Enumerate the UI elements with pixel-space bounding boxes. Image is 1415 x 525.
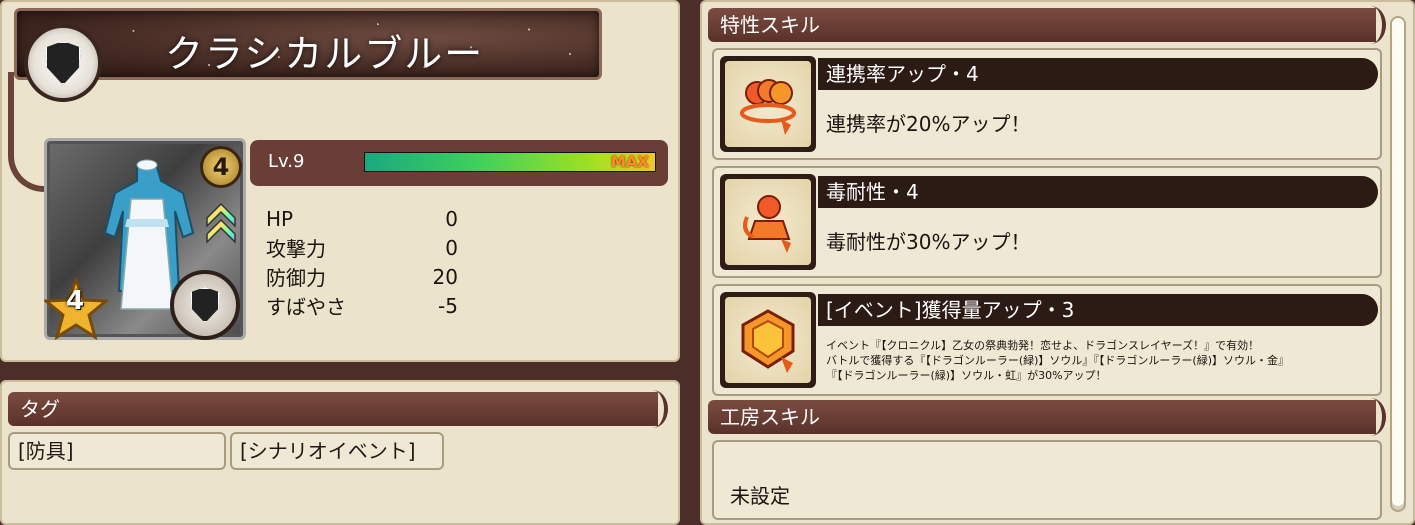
tags-header: タグ (8, 390, 668, 428)
trait-skill-item[interactable]: [イベント]獲得量アップ・3 イベント『【クロニクル】乙女の祭典勃発！恋せよ、ド… (712, 284, 1382, 396)
stat-label: 攻撃力 (266, 237, 326, 261)
skill-description-line: バトルで獲得する『【ドラゴンルーラー(緑)】ソウル』『【ドラゴンルーラー(緑)】… (826, 354, 1289, 367)
skill-description-line: イベント『【クロニクル】乙女の祭典勃発！恋せよ、ドラゴンスレイヤーズ！』で有効！ (826, 339, 1260, 352)
trait-skill-item[interactable]: 連携率アップ・4 連携率が20%アップ！ (712, 48, 1382, 160)
tag-chip[interactable]: [防具] (8, 432, 226, 470)
skill-description: 連携率が20%アップ！ (826, 112, 1031, 136)
skill-name: 連携率アップ・4 (818, 58, 1378, 90)
stat-label: すばやさ (266, 295, 346, 319)
stat-row: HP 0 (266, 204, 458, 233)
stat-value: 20 (432, 264, 458, 289)
stat-value: 0 (445, 235, 458, 260)
level-label: Lv.9 (268, 151, 305, 172)
rank-chevron-icon (206, 202, 236, 244)
item-title-banner: クラシカルブルー (14, 8, 602, 80)
equipment-type-shield-icon (24, 24, 102, 102)
skill-icon-frame (720, 292, 816, 388)
trait-skill-item[interactable]: 毒耐性・4 毒耐性が30%アップ！ (712, 166, 1382, 278)
card-level-badge: 4 (200, 146, 242, 188)
skill-icon-frame (720, 56, 816, 152)
link-rate-icon (740, 79, 796, 135)
stat-row: 攻撃力 0 (266, 233, 458, 262)
skill-description-line: 『【ドラゴンルーラー(緑)】ソウル・虹』が30%アップ！ (826, 369, 1107, 382)
trait-skills-header: 特性スキル (708, 6, 1386, 44)
poison-resist-icon (743, 195, 791, 253)
workshop-skill-slot[interactable] (712, 440, 1382, 520)
skill-description: イベント『【クロニクル】乙女の祭典勃発！恋せよ、ドラゴンスレイヤーズ！』で有効！… (826, 338, 1376, 383)
level-bar: Lv.9 MAX (250, 140, 668, 186)
stats-list: HP 0 攻撃力 0 防御力 20 すばやさ -5 (266, 204, 458, 320)
workshop-value: 未設定 (730, 484, 790, 508)
skill-name: 毒耐性・4 (818, 176, 1378, 208)
stat-label: HP (266, 206, 294, 231)
item-name: クラシカルブルー (165, 32, 485, 76)
skill-name: [イベント]獲得量アップ・3 (818, 294, 1378, 326)
skill-description: 毒耐性が30%アップ！ (826, 230, 1031, 254)
scroll-thumb[interactable] (1392, 18, 1404, 506)
stat-label: 防御力 (266, 266, 326, 290)
workshop-header: 工房スキル (708, 398, 1386, 436)
card-shield-icon (170, 270, 240, 340)
skill-icon-frame (720, 174, 816, 270)
tags-header-label: タグ (20, 397, 60, 421)
workshop-header-label: 工房スキル (720, 405, 820, 429)
stat-row: すばやさ -5 (266, 291, 458, 320)
tag-chip[interactable]: [シナリオイベント] (230, 432, 444, 470)
gem-icon (741, 309, 795, 373)
stat-row: 防御力 20 (266, 262, 458, 291)
stat-value: -5 (438, 293, 458, 318)
max-label: MAX (610, 153, 649, 171)
rarity-number: 4 (66, 286, 85, 316)
tag-label: [防具] (18, 439, 74, 463)
tag-label: [シナリオイベント] (240, 439, 416, 463)
trait-skills-header-label: 特性スキル (720, 13, 820, 37)
exp-track: MAX (364, 152, 656, 172)
stat-value: 0 (445, 206, 458, 231)
